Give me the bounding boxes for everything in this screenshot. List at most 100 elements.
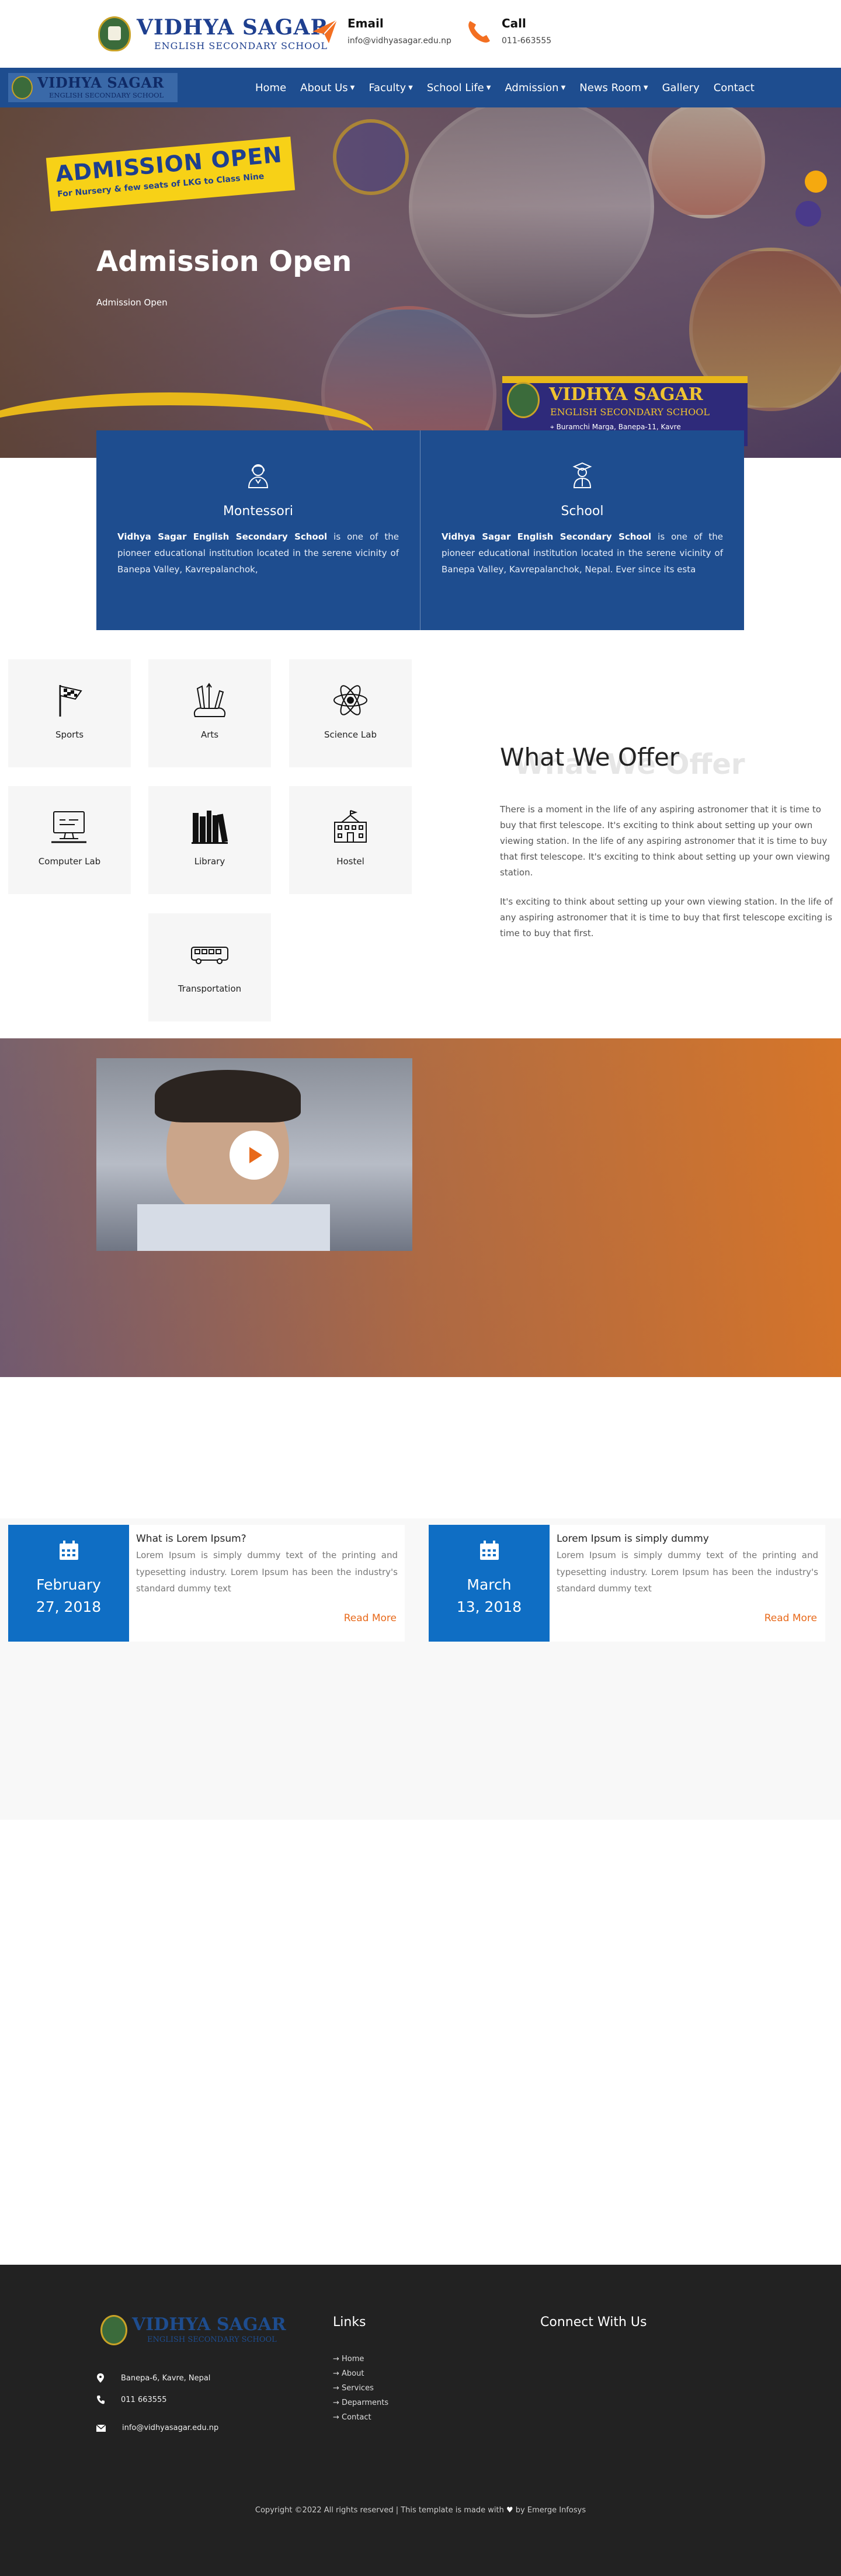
atom-icon <box>333 685 367 715</box>
navbar-logo-title: VIDHYA SAGAR <box>37 74 164 91</box>
footer-address-text: Banepa-6, Kavre, Nepal <box>121 2373 211 2383</box>
header-email: Email info@vidhyasagar.edu.np <box>310 16 451 46</box>
news-title[interactable]: What is Lorem Ipsum? <box>136 1533 398 1545</box>
offer-card-sports[interactable]: Sports <box>8 659 131 767</box>
offer-card-label: Library <box>194 856 225 867</box>
nav-item-label: Admission <box>505 81 559 94</box>
footer-links-heading: Links <box>333 2315 366 2330</box>
nav-item-label: News Room <box>579 81 641 94</box>
footer-link-label: Home <box>342 2355 364 2363</box>
offer-card-hostel[interactable]: Hostel <box>289 786 412 894</box>
nav-item-about-us[interactable]: About Us ▼ <box>300 82 355 94</box>
footer-email: info@vidhyasagar.edu.np <box>96 2424 218 2432</box>
nav-item-label: Contact <box>713 81 755 94</box>
nav-item-admission[interactable]: Admission ▼ <box>505 82 565 94</box>
offer-card-label: Arts <box>200 729 219 740</box>
child-hair <box>155 1070 301 1122</box>
footer-link-about[interactable]: → About <box>333 2369 364 2378</box>
offer-card-science-lab[interactable]: Science Lab <box>289 659 412 767</box>
logo-subtitle: ENGLISH SECONDARY SCHOOL <box>154 40 328 51</box>
footer-email-text[interactable]: info@vidhyasagar.edu.np <box>122 2424 218 2432</box>
footer-link-home[interactable]: → Home <box>333 2355 364 2363</box>
heart-icon: ♥ <box>506 2506 513 2515</box>
call-value[interactable]: 011-663555 <box>502 36 551 46</box>
offer-card-arts[interactable]: Arts <box>148 659 271 767</box>
offer-card-computer-lab[interactable]: Computer Lab <box>8 786 131 894</box>
news-date-day: 27, 2018 <box>36 1598 102 1615</box>
paper-plane-icon <box>310 16 339 46</box>
site-footer: VIDHYA SAGAR ENGLISH SECONDARY SCHOOL Ba… <box>0 2265 841 2576</box>
news-date-month: February <box>36 1576 101 1593</box>
news-title[interactable]: Lorem Ipsum is simply dummy <box>557 1533 818 1545</box>
school-crest-logo <box>507 382 540 418</box>
calendar-icon <box>478 1539 501 1562</box>
copyright-text: Copyright ©2022 All rights reserved | Th… <box>255 2506 504 2515</box>
footer-link-contact[interactable]: → Contact <box>333 2413 371 2422</box>
read-more-link[interactable]: Read More <box>764 1612 817 1624</box>
paint-brushes-icon <box>194 683 225 717</box>
phone-icon <box>464 16 494 46</box>
child-uniform <box>137 1204 330 1251</box>
footer-link-label: Services <box>342 2384 374 2393</box>
offer-card-transportation[interactable]: Transportation <box>148 913 271 1021</box>
footer-link-departments[interactable]: → Deparments <box>333 2398 388 2407</box>
read-more-link[interactable]: Read More <box>344 1612 397 1624</box>
caret-down-icon: ▼ <box>350 84 355 91</box>
footer-logo-title: VIDHYA SAGAR <box>132 2314 286 2335</box>
footer-connect-heading: Connect With Us <box>540 2315 647 2330</box>
panel-text: Vidhya Sagar English Secondary School is… <box>117 529 399 578</box>
offer-paragraph: There is a moment in the life of any asp… <box>500 804 830 878</box>
header-call: Call 011-663555 <box>464 16 551 46</box>
offer-paragraph: It's exciting to think about setting up … <box>500 896 833 938</box>
footer-address: Banepa-6, Kavre, Nepal <box>96 2373 210 2383</box>
call-label: Call <box>502 16 526 30</box>
nav-item-home[interactable]: Home <box>255 82 286 94</box>
footer-link-services[interactable]: → Services <box>333 2384 374 2393</box>
header-logo[interactable]: VIDHYA SAGAR ENGLISH SECONDARY SCHOOL <box>98 16 328 51</box>
play-button[interactable] <box>230 1131 279 1180</box>
panel-montessori: Montessori Vidhya Sagar English Secondar… <box>96 430 420 630</box>
news-date-month: March <box>467 1576 512 1593</box>
nav-item-gallery[interactable]: Gallery <box>662 82 700 94</box>
nav-item-contact[interactable]: Contact <box>714 82 755 94</box>
news-card: Lorem Ipsum is simply dummy Lorem Ipsum … <box>550 1525 825 1642</box>
news-card: What is Lorem Ipsum? Lorem Ipsum is simp… <box>129 1525 405 1642</box>
panel-text: Vidhya Sagar English Secondary School is… <box>442 529 723 578</box>
caret-down-icon: ▼ <box>643 84 648 91</box>
panel-text-bold: Vidhya Sagar English Secondary School <box>442 531 652 542</box>
hero-subtitle: Admission Open <box>96 297 168 308</box>
footer-phone-text[interactable]: 011 663555 <box>121 2396 167 2404</box>
footer-link-label: Deparments <box>342 2398 389 2407</box>
top-header: VIDHYA SAGAR ENGLISH SECONDARY SCHOOL Em… <box>0 0 841 68</box>
envelope-icon <box>96 2424 106 2432</box>
footer-link-label: Contact <box>342 2413 371 2422</box>
teacher-icon <box>242 458 274 491</box>
ribbon-title: VIDHYA SAGAR <box>549 384 703 405</box>
offer-card-label: Science Lab <box>324 729 377 740</box>
nav-item-school-life[interactable]: School Life ▼ <box>427 82 491 94</box>
nav-menu: Home About Us ▼ Faculty ▼ School Life ▼ Adm… <box>255 68 769 107</box>
video-thumbnail[interactable] <box>96 1058 412 1251</box>
navbar-logo-subtitle: ENGLISH SECONDARY SCHOOL <box>49 91 164 99</box>
caret-down-icon: ▼ <box>486 84 491 91</box>
hero-title: Admission Open <box>96 245 352 278</box>
nav-item-news-room[interactable]: News Room ▼ <box>579 82 648 94</box>
news-date-badge: March 13, 2018 <box>429 1525 550 1642</box>
decorative-dot <box>805 171 827 193</box>
email-value[interactable]: info@vidhyasagar.edu.np <box>347 36 451 46</box>
decorative-dot <box>795 201 821 227</box>
news-text: Lorem Ipsum is simply dummy text of the … <box>136 1550 398 1594</box>
building-icon <box>334 810 367 843</box>
navbar-logo[interactable]: VIDHYA SAGAR ENGLISH SECONDARY SCHOOL <box>8 73 178 102</box>
books-icon <box>192 811 228 844</box>
computer-icon <box>51 811 86 843</box>
footer-logo[interactable]: VIDHYA SAGAR ENGLISH SECONDARY SCHOOL <box>100 2315 286 2345</box>
nav-item-label: Home <box>255 81 287 94</box>
offer-card-library[interactable]: Library <box>148 786 271 894</box>
panel-title: Montessori <box>223 504 294 519</box>
copyright: Copyright ©2022 All rights reserved | Th… <box>0 2506 841 2515</box>
footer-phone: 011 663555 <box>96 2395 167 2404</box>
copyright-author[interactable]: by Emerge Infosys <box>516 2506 586 2515</box>
nav-item-faculty[interactable]: Faculty ▼ <box>369 82 412 94</box>
news-text: Lorem Ipsum is simply dummy text of the … <box>557 1550 818 1594</box>
